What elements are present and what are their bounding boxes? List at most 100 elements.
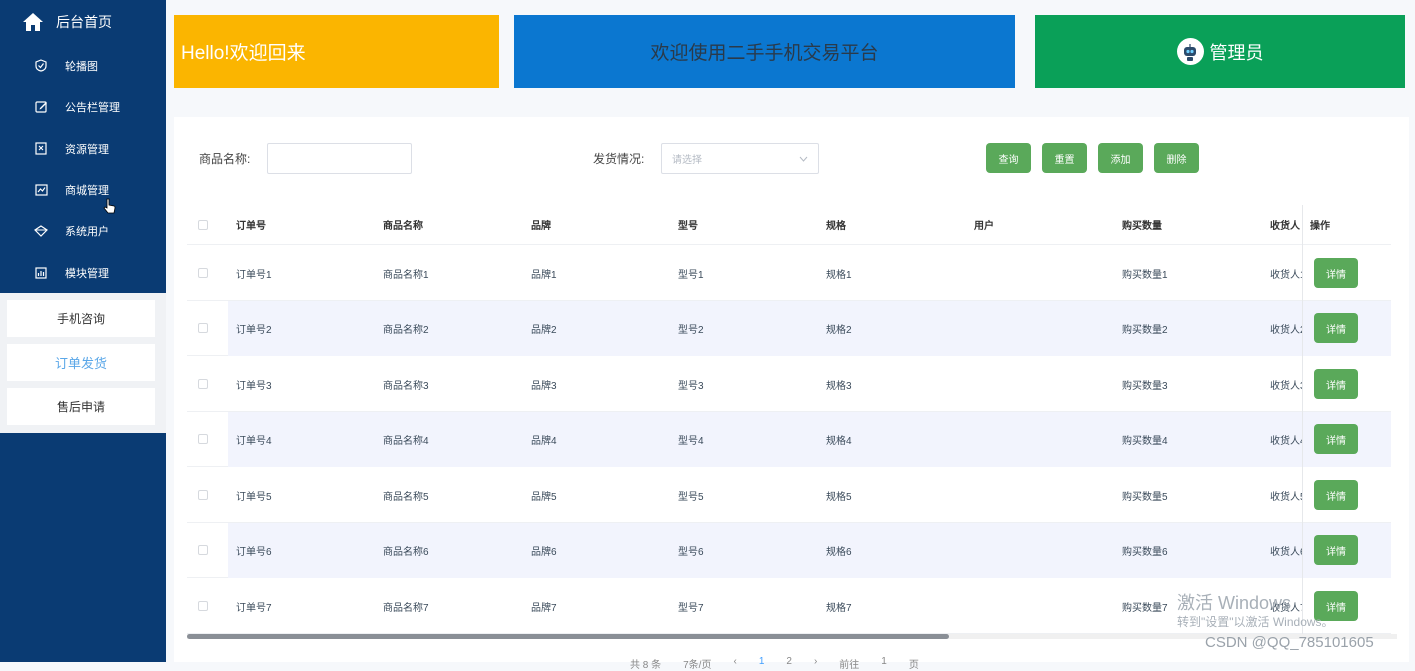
chevron-down-icon — [799, 156, 808, 162]
sidebar-item-notice[interactable]: 公告栏管理 — [0, 86, 166, 127]
submenu-item-after-sales[interactable]: 售后申请 — [7, 388, 155, 425]
cell-product-name: 商品名称4 — [383, 435, 429, 447]
sidebar-item-label: 资源管理 — [65, 143, 109, 156]
row-checkbox[interactable] — [198, 268, 208, 278]
detail-button[interactable]: 详情 — [1314, 258, 1358, 288]
submenu-item-phone-inquiry[interactable]: 手机咨询 — [7, 300, 155, 337]
diamond-icon — [34, 224, 48, 238]
bar-chart-icon — [34, 266, 48, 280]
product-name-input[interactable] — [267, 143, 412, 174]
cell-receiver: 收货人4 — [1270, 435, 1302, 447]
pagination-total: 共 8 条 — [630, 660, 662, 671]
sidebar-item-resources[interactable]: 资源管理 — [0, 128, 166, 169]
pagination-goto-input[interactable]: 1 — [881, 656, 887, 667]
sidebar-item-modules[interactable]: 模块管理 — [0, 252, 166, 293]
table-row: 订单号6 商品名称6 品牌6 型号6 规格6 购买数量6 收货人6 详情 — [187, 523, 1391, 578]
cell-brand: 品牌7 — [531, 602, 557, 614]
shipping-status-label: 发货情况: — [593, 152, 645, 166]
header-brand[interactable]: 品牌 — [531, 205, 551, 244]
sidebar-item-carousel[interactable]: 轮播图 — [0, 45, 166, 86]
sidebar-item-label: 轮播图 — [65, 60, 98, 73]
sidebar: 后台首页 轮播图 公告栏管理 资源管理 商城管理 系统用户 模块管理 手机咨询 … — [0, 0, 166, 662]
cell-model: 型号2 — [678, 324, 704, 336]
detail-button[interactable]: 详情 — [1314, 480, 1358, 510]
detail-button[interactable]: 详情 — [1314, 313, 1358, 343]
cell-model: 型号4 — [678, 435, 704, 447]
header-model[interactable]: 型号 — [678, 205, 698, 244]
cell-receiver: 收货人1 — [1270, 269, 1302, 281]
sidebar-submenu: 手机咨询 订单发货 售后申请 — [0, 293, 166, 433]
pagination-page-1[interactable]: 1 — [759, 656, 765, 667]
edit-icon — [34, 100, 48, 114]
home-icon — [23, 13, 43, 31]
cell-spec: 规格6 — [826, 546, 852, 558]
table-row: 订单号4 商品名称4 品牌4 型号4 规格4 购买数量4 收货人4 详情 — [187, 412, 1391, 467]
select-all-checkbox[interactable] — [198, 220, 208, 230]
cell-model: 型号7 — [678, 602, 704, 614]
shield-icon — [34, 59, 48, 73]
cell-receiver: 收货人5 — [1270, 491, 1302, 503]
cell-order-no: 订单号2 — [236, 324, 272, 336]
cell-order-no: 订单号5 — [236, 491, 272, 503]
welcome-text: Hello!欢迎回来 — [181, 43, 306, 64]
cell-receiver: 收货人6 — [1270, 546, 1302, 558]
submenu-item-order-shipping[interactable]: 订单发货 — [7, 344, 155, 381]
cell-order-no: 订单号6 — [236, 546, 272, 558]
admin-label: 管理员 — [1209, 42, 1264, 63]
cell-spec: 规格7 — [826, 602, 852, 614]
pagination-goto: 前往 — [839, 660, 860, 671]
row-checkbox[interactable] — [198, 323, 208, 333]
pagination-page-unit: 页 — [908, 660, 919, 671]
header-order-no[interactable]: 订单号 — [236, 205, 266, 244]
row-checkbox[interactable] — [198, 545, 208, 555]
delete-button[interactable]: 删除 — [1154, 143, 1199, 173]
cell-model: 型号5 — [678, 491, 704, 503]
detail-button[interactable]: 详情 — [1314, 424, 1358, 454]
row-checkbox[interactable] — [198, 379, 208, 389]
add-button[interactable]: 添加 — [1098, 143, 1143, 173]
header-user[interactable]: 用户 — [974, 205, 994, 244]
detail-button[interactable]: 详情 — [1314, 369, 1358, 399]
cell-product-name: 商品名称1 — [383, 269, 429, 281]
sidebar-item-label: 公告栏管理 — [65, 101, 120, 114]
header-quantity[interactable]: 购买数量 — [1122, 205, 1162, 244]
row-checkbox[interactable] — [198, 490, 208, 500]
chart-icon — [34, 183, 48, 197]
pagination-size[interactable]: 7条/页 — [683, 656, 711, 671]
cell-quantity: 购买数量7 — [1122, 602, 1168, 614]
table-row: 订单号5 商品名称5 品牌5 型号5 规格5 购买数量5 收货人5 详情 — [187, 468, 1391, 523]
sidebar-item-label: 模块管理 — [65, 267, 109, 280]
sidebar-home[interactable]: 后台首页 — [22, 10, 112, 34]
pagination-next-icon[interactable]: › — [814, 656, 817, 667]
row-checkbox[interactable] — [198, 434, 208, 444]
pagination-prev-icon[interactable]: ‹ — [733, 656, 736, 667]
reset-button[interactable]: 重置 — [1042, 143, 1087, 173]
sidebar-home-label: 后台首页 — [56, 14, 112, 30]
cell-receiver: 收货人3 — [1270, 380, 1302, 392]
shipping-status-select[interactable]: 请选择 — [661, 143, 819, 174]
cell-spec: 规格3 — [826, 380, 852, 392]
windows-activation-title: 激活 Windows — [1177, 593, 1292, 613]
header-receiver[interactable]: 收货人 — [1270, 205, 1300, 244]
detail-button[interactable]: 详情 — [1314, 535, 1358, 565]
cell-product-name: 商品名称7 — [383, 602, 429, 614]
sidebar-item-system-users[interactable]: 系统用户 — [0, 210, 166, 251]
cell-brand: 品牌6 — [531, 546, 557, 558]
cell-model: 型号3 — [678, 380, 704, 392]
product-name-label: 商品名称: — [199, 152, 251, 166]
scrollbar-thumb[interactable] — [187, 634, 949, 639]
cell-order-no: 订单号1 — [236, 269, 272, 281]
row-checkbox[interactable] — [198, 601, 208, 611]
admin-banner[interactable]: 管理员 — [1035, 15, 1405, 88]
cell-product-name: 商品名称6 — [383, 546, 429, 558]
cell-spec: 规格2 — [826, 324, 852, 336]
pagination-page-2[interactable]: 2 — [786, 656, 792, 667]
table-row: 订单号1 商品名称1 品牌1 型号1 规格1 购买数量1 收货人1 详情 — [187, 246, 1391, 301]
query-button[interactable]: 查询 — [986, 143, 1031, 173]
sidebar-item-mall[interactable]: 商城管理 — [0, 169, 166, 214]
cell-model: 型号1 — [678, 269, 704, 281]
cell-brand: 品牌5 — [531, 491, 557, 503]
cell-spec: 规格1 — [826, 269, 852, 281]
header-product-name[interactable]: 商品名称 — [383, 205, 423, 244]
header-spec[interactable]: 规格 — [826, 205, 846, 244]
